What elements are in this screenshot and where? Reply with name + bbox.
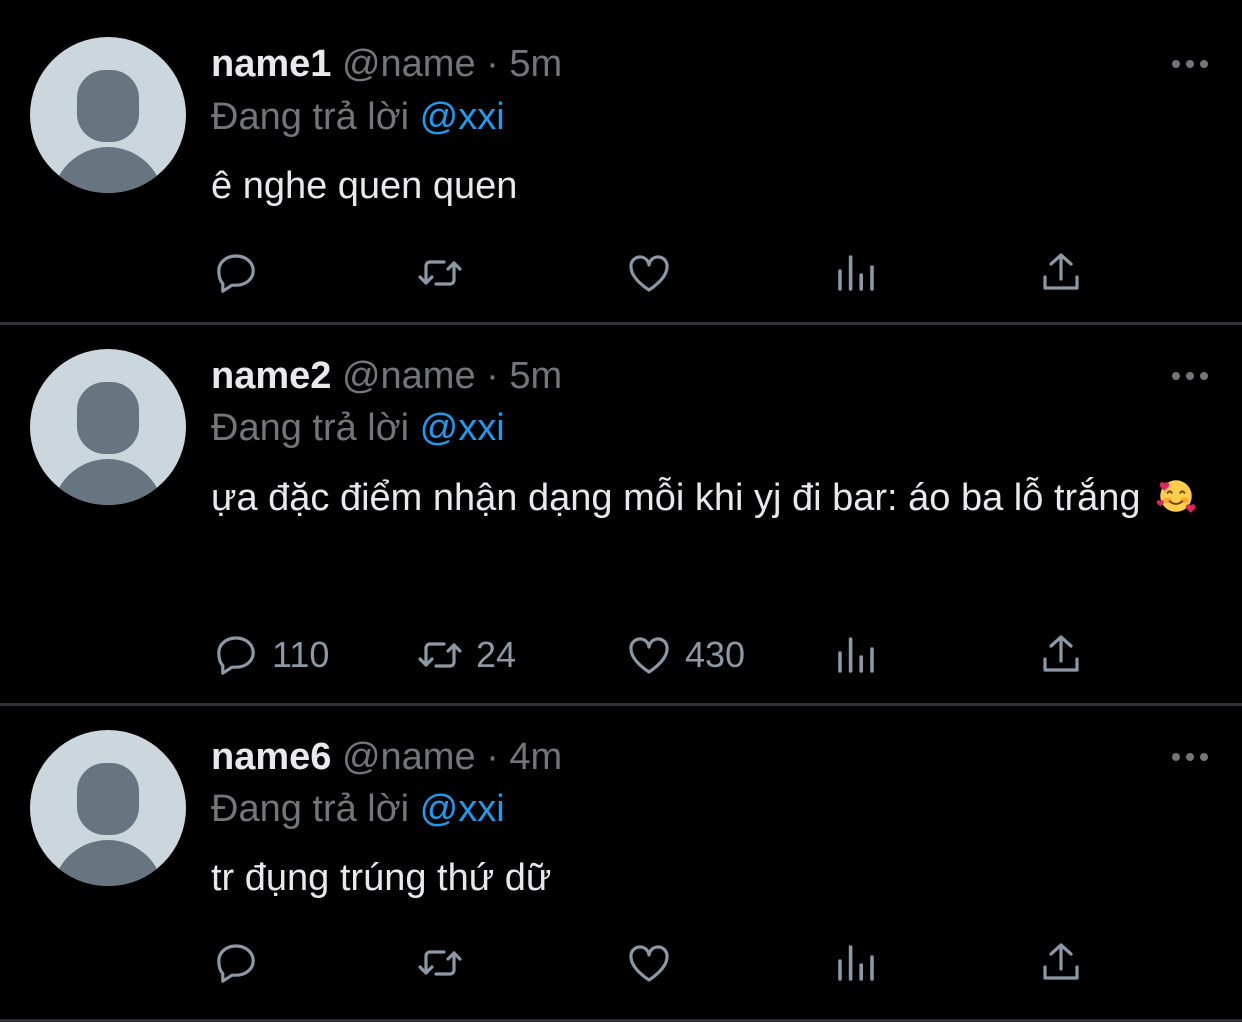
smiling-face-with-hearts-icon bbox=[1156, 480, 1196, 513]
display-name[interactable]: name6 bbox=[211, 736, 331, 778]
avatar[interactable] bbox=[30, 349, 186, 505]
share-upload-icon bbox=[1043, 253, 1079, 290]
replying-to: Đang trả lời @xxi bbox=[211, 786, 505, 832]
share-upload-icon bbox=[1043, 943, 1079, 980]
reply-mention-link[interactable]: @xxi bbox=[420, 96, 505, 138]
tweet-header: name6 @name · 4m bbox=[211, 734, 562, 780]
share-button[interactable] bbox=[1037, 249, 1085, 297]
chat-bubble-icon bbox=[217, 254, 255, 293]
bar-chart-icon bbox=[838, 255, 874, 291]
display-name[interactable]: name1 bbox=[211, 43, 331, 85]
avatar-body bbox=[52, 459, 164, 505]
tweet[interactable]: name1 @name · 5m Đang trả lời @xxi ê ngh… bbox=[0, 0, 1242, 325]
reply-mention-link[interactable]: @xxi bbox=[420, 788, 505, 830]
share-upload-icon bbox=[1043, 635, 1079, 672]
timestamp[interactable]: 4m bbox=[509, 736, 562, 778]
views-button[interactable] bbox=[832, 631, 880, 679]
tweet-feed: name1 @name · 5m Đang trả lời @xxi ê ngh… bbox=[0, 0, 1242, 1022]
retweet-icon bbox=[418, 950, 462, 976]
like-button[interactable] bbox=[625, 939, 685, 987]
reply-button[interactable]: 110 bbox=[212, 631, 329, 679]
tweet[interactable]: name6 @name · 4m Đang trả lời @xxi tr đụ… bbox=[0, 706, 1242, 1022]
like-button[interactable] bbox=[625, 249, 685, 297]
more-dots-icon[interactable] bbox=[1170, 56, 1210, 72]
more-dots-icon[interactable] bbox=[1170, 749, 1210, 765]
reply-button[interactable] bbox=[212, 249, 272, 297]
display-name[interactable]: name2 bbox=[211, 355, 331, 397]
heart-icon bbox=[629, 637, 669, 674]
separator-dot: · bbox=[486, 43, 499, 85]
avatar-head bbox=[77, 70, 139, 142]
reply-prefix: Đang trả lời bbox=[211, 788, 410, 830]
tweet-text: ê nghe quen quen bbox=[211, 153, 1201, 219]
avatar-head bbox=[77, 382, 139, 454]
reply-count: 110 bbox=[272, 634, 330, 675]
replying-to: Đang trả lời @xxi bbox=[211, 405, 505, 451]
chat-bubble-icon bbox=[217, 944, 255, 983]
heart-icon bbox=[629, 945, 669, 982]
like-count: 430 bbox=[685, 634, 746, 675]
reply-prefix: Đang trả lời bbox=[211, 407, 410, 449]
retweet-button[interactable] bbox=[416, 249, 476, 297]
tweet-text: ựa đặc điểm nhận dạng mỗi khi yj đi bar:… bbox=[211, 465, 1201, 531]
replying-to: Đang trả lời @xxi bbox=[211, 94, 505, 140]
timestamp[interactable]: 5m bbox=[509, 355, 562, 397]
retweet-button[interactable]: 24 bbox=[416, 631, 516, 679]
tweet-text-content: tr đụng trúng thứ dữ bbox=[211, 857, 552, 899]
heart-icon bbox=[629, 255, 669, 292]
reply-mention-link[interactable]: @xxi bbox=[420, 407, 505, 449]
avatar[interactable] bbox=[30, 730, 186, 886]
separator-dot: · bbox=[486, 355, 499, 397]
timestamp[interactable]: 5m bbox=[509, 43, 562, 85]
tweet-text: tr đụng trúng thứ dữ bbox=[211, 845, 1201, 911]
user-handle[interactable]: @name bbox=[342, 355, 476, 397]
chat-bubble-icon bbox=[217, 636, 255, 675]
user-handle[interactable]: @name bbox=[342, 43, 476, 85]
tweet-text-content: ựa đặc điểm nhận dạng mỗi khi yj đi bar:… bbox=[211, 477, 1141, 519]
views-button[interactable] bbox=[832, 939, 880, 987]
like-button[interactable]: 430 bbox=[625, 631, 745, 679]
user-handle[interactable]: @name bbox=[342, 736, 476, 778]
bar-chart-icon bbox=[838, 945, 874, 981]
reply-button[interactable] bbox=[212, 939, 272, 987]
retweet-icon bbox=[418, 260, 462, 286]
share-button[interactable] bbox=[1037, 631, 1085, 679]
reply-prefix: Đang trả lời bbox=[211, 96, 410, 138]
tweet[interactable]: name2 @name · 5m Đang trả lời @xxi ựa đặ… bbox=[0, 325, 1242, 706]
tweet-header: name1 @name · 5m bbox=[211, 41, 562, 87]
avatar-body bbox=[52, 840, 164, 886]
views-button[interactable] bbox=[832, 249, 880, 297]
retweet-count: 24 bbox=[476, 634, 517, 675]
avatar-body bbox=[52, 147, 164, 193]
tweet-header: name2 @name · 5m bbox=[211, 353, 562, 399]
share-button[interactable] bbox=[1037, 939, 1085, 987]
avatar-head bbox=[77, 763, 139, 835]
bar-chart-icon bbox=[838, 637, 874, 673]
separator-dot: · bbox=[486, 736, 499, 778]
retweet-icon bbox=[418, 642, 462, 668]
retweet-button[interactable] bbox=[416, 939, 476, 987]
more-dots-icon[interactable] bbox=[1170, 368, 1210, 384]
avatar[interactable] bbox=[30, 37, 186, 193]
tweet-text-content: ê nghe quen quen bbox=[211, 165, 518, 207]
